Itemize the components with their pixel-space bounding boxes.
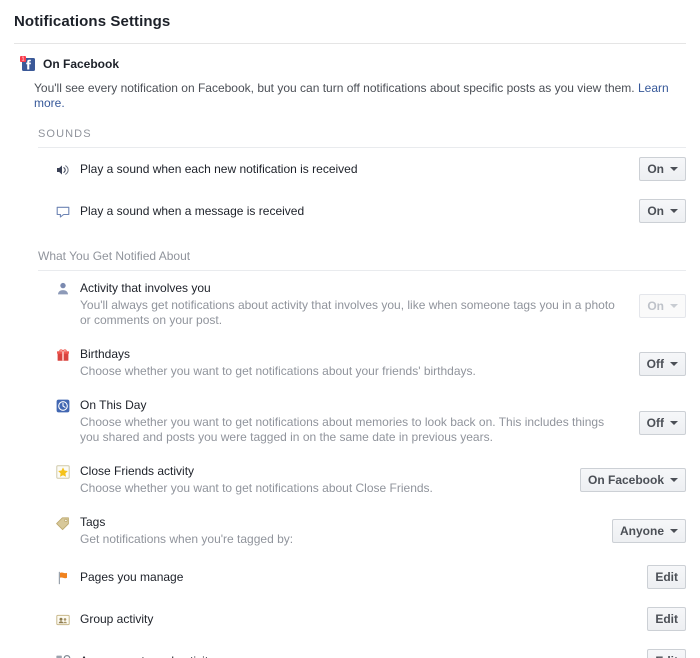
list-item-title: Tags	[80, 515, 106, 529]
group-icon	[55, 612, 71, 628]
list-item-body: Play a sound when each new notification …	[80, 160, 639, 178]
chevron-down-icon	[670, 362, 678, 366]
chevron-down-icon	[670, 304, 678, 308]
on-facebook-header: 1 On Facebook	[0, 44, 700, 72]
sounds-section-heading: SOUNDS	[38, 128, 92, 140]
list-item-body: On This Day Choose whether you want to g…	[80, 397, 639, 445]
group-activity-edit-button[interactable]: Edit	[647, 607, 686, 631]
page-title: Notifications Settings	[14, 13, 171, 30]
star-icon	[55, 464, 71, 480]
flag-icon	[55, 570, 71, 586]
close-friends-dropdown-value: On Facebook	[587, 473, 664, 487]
list-item-subtitle: You'll always get notifications about ac…	[80, 298, 615, 327]
pages-you-manage-edit-button[interactable]: Edit	[647, 565, 686, 589]
activity-involves-you-dropdown-value: On	[647, 299, 664, 313]
on-facebook-label: On Facebook	[43, 57, 120, 71]
tag-icon	[55, 515, 71, 531]
list-item-body: Pages you manage	[80, 568, 647, 586]
list-item-title: Play a sound when each new notification …	[80, 162, 358, 176]
list-item-subtitle: Choose whether you want to get notificat…	[80, 415, 605, 444]
list-item-control: On	[639, 199, 686, 223]
list-item-body: Tags Get notifications when you're tagge…	[80, 514, 612, 547]
list-item: Play a sound when each new notification …	[38, 148, 686, 190]
list-item-subtitle: Choose whether you want to get notificat…	[80, 364, 476, 378]
svg-text:1: 1	[21, 57, 24, 63]
list-item-subtitle: Choose whether you want to get notificat…	[80, 481, 433, 495]
list-item-control: Off	[638, 397, 686, 435]
list-item: Pages you manage Edit	[38, 556, 686, 598]
sound-notification-dropdown[interactable]: On	[639, 157, 686, 181]
list-item-control: Edit	[647, 607, 686, 631]
list-item: Birthdays Choose whether you want to get…	[38, 337, 686, 388]
list-item: Play a sound when a message is received …	[38, 190, 686, 232]
list-item-control: Edit	[647, 565, 686, 589]
list-item: Group activity Edit	[38, 598, 686, 640]
list-item-control: On Facebook	[579, 463, 686, 492]
facebook-badge-icon: 1	[20, 56, 36, 72]
notified-about-heading: What You Get Notified About	[38, 249, 191, 263]
on-facebook-description-text: You'll see every notification on Faceboo…	[34, 81, 635, 95]
list-item: Tags Get notifications when you're tagge…	[38, 505, 686, 556]
app-requests-edit-button[interactable]: Edit	[647, 649, 686, 658]
list-item-title: App requests and activity	[80, 654, 214, 658]
list-item-subtitle: Get notifications when you're tagged by:	[80, 532, 294, 546]
tags-dropdown[interactable]: Anyone	[611, 519, 686, 543]
activity-involves-you-dropdown: On	[639, 294, 686, 318]
chevron-down-icon	[670, 421, 678, 425]
list-item-title: Birthdays	[80, 347, 131, 361]
list-item-control: On	[639, 280, 686, 318]
person-icon	[55, 281, 71, 297]
list-item-body: Activity that involves you You'll always…	[80, 280, 639, 328]
close-friends-dropdown[interactable]: On Facebook	[579, 468, 686, 492]
on-facebook-description: You'll see every notification on Faceboo…	[0, 72, 700, 111]
chevron-down-icon	[670, 529, 678, 533]
chat-bubble-icon	[55, 204, 71, 220]
list-item: App requests and activity Edit	[38, 640, 686, 658]
birthdays-dropdown-value: Off	[646, 357, 664, 371]
chevron-down-icon	[670, 209, 678, 213]
list-item: Activity that involves you You'll always…	[38, 271, 686, 337]
birthdays-dropdown[interactable]: Off	[638, 352, 686, 376]
list-item-body: Group activity	[80, 610, 647, 628]
list-item-body: Birthdays Choose whether you want to get…	[80, 346, 639, 379]
chevron-down-icon	[670, 167, 678, 171]
notified-about-section: What You Get Notified About Activity tha…	[38, 249, 686, 658]
list-item-title: Play a sound when a message is received	[80, 204, 305, 218]
list-item-body: Close Friends activity Choose whether yo…	[80, 463, 580, 496]
list-item: Close Friends activity Choose whether yo…	[38, 454, 686, 505]
on-this-day-dropdown[interactable]: Off	[638, 411, 686, 435]
list-item-title: Group activity	[80, 612, 154, 626]
list-item: On This Day Choose whether you want to g…	[38, 388, 686, 454]
gift-icon	[55, 347, 71, 363]
list-item-body: App requests and activity	[80, 652, 647, 658]
list-item-title: On This Day	[80, 398, 147, 412]
list-item-title: Activity that involves you	[80, 281, 211, 295]
speaker-icon	[55, 162, 71, 178]
clock-icon	[55, 398, 71, 414]
sound-notification-dropdown-value: On	[647, 162, 664, 176]
sound-message-dropdown-value: On	[647, 204, 664, 218]
list-item-body: Play a sound when a message is received	[80, 202, 639, 220]
list-item-control: Edit	[647, 649, 686, 658]
list-item-control: On	[639, 157, 686, 181]
list-item-title: Close Friends activity	[80, 464, 195, 478]
sound-message-dropdown[interactable]: On	[639, 199, 686, 223]
on-this-day-dropdown-value: Off	[646, 416, 664, 430]
list-item-control: Anyone	[611, 514, 686, 543]
sounds-section: SOUNDS Play a sound when each new notifi…	[38, 128, 686, 232]
tags-dropdown-value: Anyone	[619, 524, 664, 538]
list-item-control: Off	[638, 346, 686, 376]
chevron-down-icon	[670, 478, 678, 482]
list-item-title: Pages you manage	[80, 570, 184, 584]
notifications-settings-page: Notifications Settings 1 On Facebook You…	[0, 0, 700, 658]
apps-icon	[55, 654, 71, 658]
